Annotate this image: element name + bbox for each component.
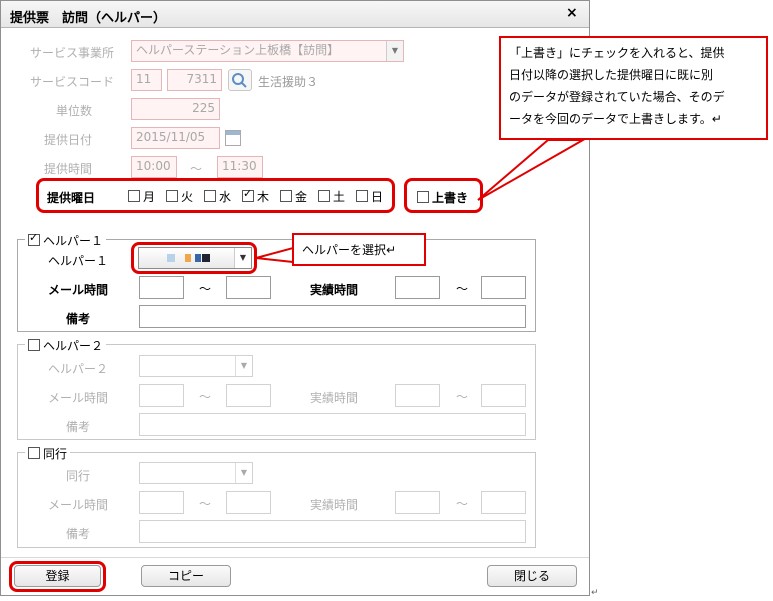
overwrite-note-line-2: 日付以降の選択した提供曜日に既に別	[509, 68, 714, 82]
overwrite-note-line-3: のデータが登録されていた場合、そのデ	[509, 90, 725, 104]
helper-callout-pointer	[255, 246, 294, 264]
helper-callout: ヘルパーを選択↵	[292, 233, 426, 266]
overwrite-note-line-4: ータを今回のデータで上書きします。↵	[509, 112, 722, 126]
overwrite-callout: 「上書き」にチェックを入れると、提供 日付以降の選択した提供曜日に既に別 のデー…	[499, 36, 768, 140]
overwrite-callout-pointer	[477, 139, 587, 201]
helper-note: ヘルパーを選択↵	[302, 243, 397, 257]
overwrite-note-line-1: 「上書き」にチェックを入れると、提供	[509, 46, 725, 60]
